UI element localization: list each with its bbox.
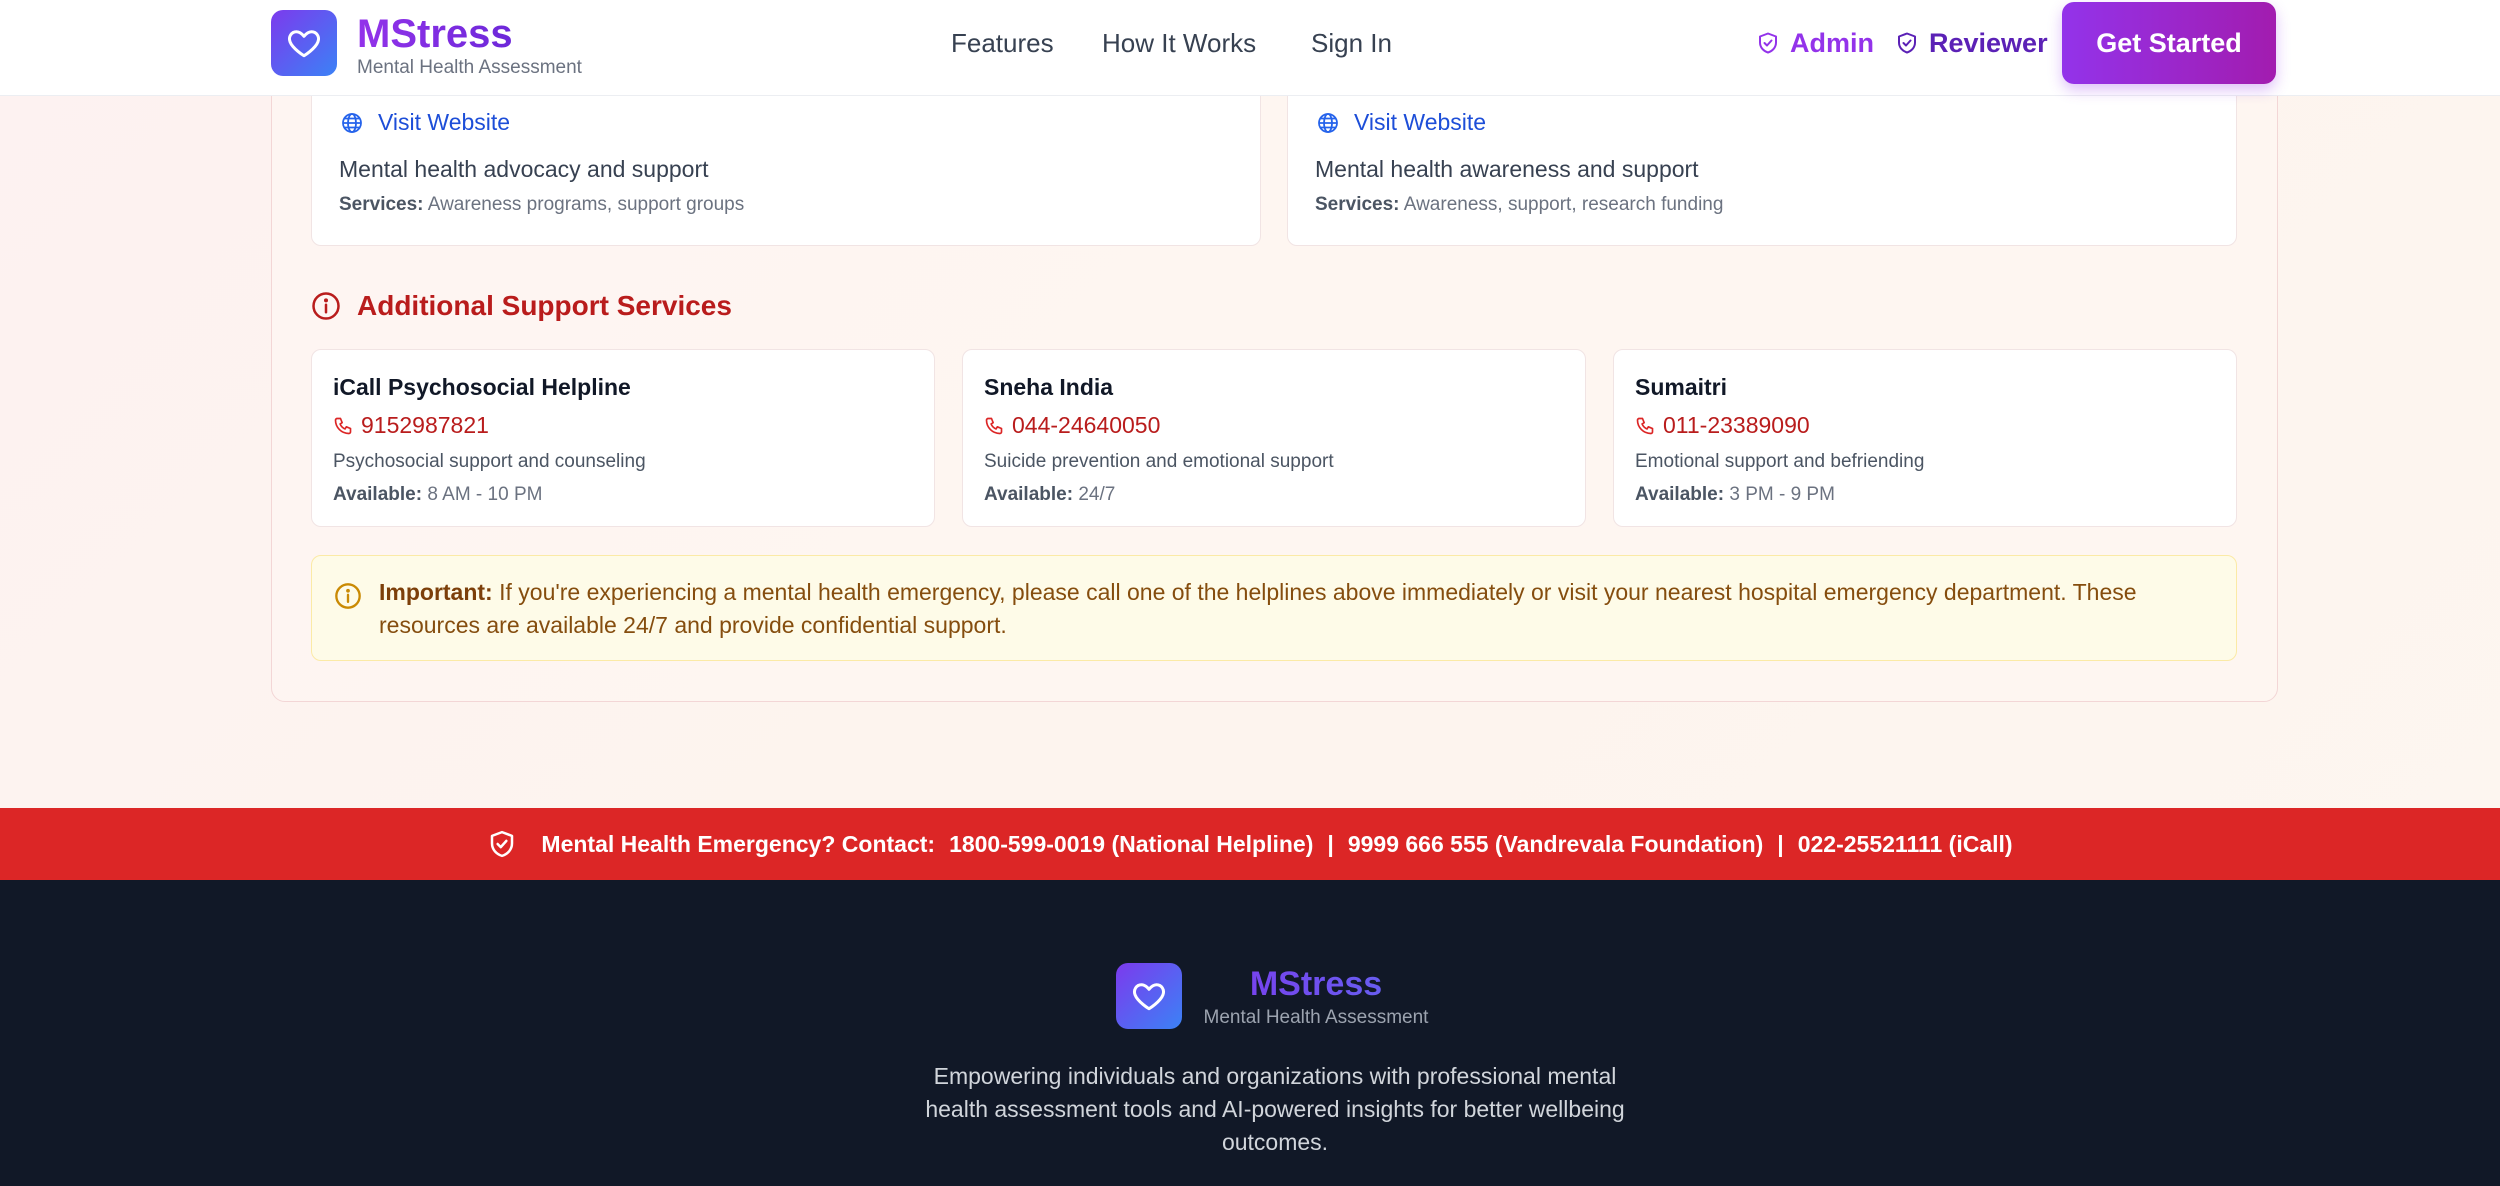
available-label: Available:	[984, 484, 1074, 505]
admin-label: Admin	[1790, 28, 1874, 58]
globe-icon	[1316, 111, 1340, 135]
emergency-label: Mental Health Emergency? Contact:	[541, 830, 936, 857]
service-card: iCall Psychosocial Helpline 9152987821 P…	[311, 349, 935, 527]
phone-icon	[984, 416, 1004, 436]
brand-name[interactable]: MStress	[357, 10, 513, 58]
organization-description: Mental health awareness and support	[1315, 156, 1699, 182]
service-name: iCall Psychosocial Helpline	[333, 374, 631, 400]
services-value: Awareness programs, support groups	[427, 194, 745, 215]
important-notice: Important: If you're experiencing a ment…	[311, 555, 2237, 661]
service-card: Sneha India 044-24640050 Suicide prevent…	[962, 349, 1586, 527]
reviewer-link[interactable]: Reviewer	[1895, 26, 2048, 60]
brand-subtitle: Mental Health Assessment	[357, 57, 582, 78]
important-notice-text: Important: If you're experiencing a ment…	[379, 576, 2199, 642]
admin-link[interactable]: Admin	[1756, 26, 1874, 60]
visit-website-link[interactable]: Visit Website	[1316, 109, 1486, 136]
service-availability: Available: 24/7	[984, 484, 1115, 506]
info-circle-icon	[311, 291, 341, 321]
service-phone-link[interactable]: 011-23389090	[1635, 412, 1810, 439]
service-name: Sumaitri	[1635, 374, 1728, 400]
important-label: Important:	[379, 579, 493, 605]
heart-icon	[286, 25, 322, 61]
reviewer-label: Reviewer	[1929, 28, 2048, 58]
service-availability: Available: 8 AM - 10 PM	[333, 484, 542, 506]
emergency-contact-icall[interactable]: 022-25521111 (iCall)	[1798, 831, 2013, 858]
top-navbar: MStress Mental Health Assessment Feature…	[0, 0, 2500, 96]
nav-features-link[interactable]: Features	[951, 26, 1054, 60]
separator: |	[1777, 830, 1784, 857]
available-label: Available:	[333, 484, 423, 505]
organization-description: Mental health advocacy and support	[339, 156, 709, 182]
footer: MStress Mental Health Assessment Empower…	[0, 880, 2500, 1186]
service-phone-number: 9152987821	[361, 412, 489, 438]
organization-services: Services: Awareness, support, research f…	[1315, 194, 1723, 216]
phone-icon	[333, 416, 353, 436]
nav-sign-in-link[interactable]: Sign In	[1311, 26, 1392, 60]
service-description: Suicide prevention and emotional support	[984, 451, 1334, 472]
service-phone-link[interactable]: 9152987821	[333, 412, 489, 439]
shield-check-icon	[487, 829, 517, 859]
service-card: Sumaitri 011-23389090 Emotional support …	[1613, 349, 2237, 527]
additional-services-title: Additional Support Services	[357, 290, 732, 321]
globe-icon	[340, 111, 364, 135]
organization-card: Visit Website Mental health awareness an…	[1287, 80, 2237, 246]
available-hours: 3 PM - 9 PM	[1729, 484, 1835, 505]
additional-services-heading: Additional Support Services	[311, 290, 732, 322]
separator: |	[1327, 830, 1334, 857]
visit-website-label: Visit Website	[1354, 109, 1487, 135]
service-phone-number: 044-24640050	[1012, 412, 1161, 438]
emergency-contact-bar: Mental Health Emergency? Contact: 1800-5…	[0, 808, 2500, 880]
shield-check-icon	[1895, 31, 1919, 55]
available-label: Available:	[1635, 484, 1725, 505]
service-description: Psychosocial support and counseling	[333, 451, 646, 472]
organization-card: Visit Website Mental health advocacy and…	[311, 80, 1261, 246]
visit-website-link[interactable]: Visit Website	[340, 109, 510, 136]
services-label: Services:	[1315, 194, 1400, 215]
service-description: Emotional support and befriending	[1635, 451, 1925, 472]
get-started-button[interactable]: Get Started	[2062, 2, 2276, 84]
emergency-contact-national[interactable]: 1800-599-0019 (National Helpline)	[949, 831, 1313, 858]
services-value: Awareness, support, research funding	[1403, 194, 1724, 215]
important-message: If you're experiencing a mental health e…	[379, 579, 2137, 638]
service-phone-link[interactable]: 044-24640050	[984, 412, 1160, 439]
emergency-contact-vandrevala[interactable]: 9999 666 555 (Vandrevala Foundation)	[1348, 831, 1763, 858]
available-hours: 8 AM - 10 PM	[427, 484, 543, 505]
nav-how-it-works-link[interactable]: How It Works	[1102, 26, 1256, 60]
organization-services: Services: Awareness programs, support gr…	[339, 194, 744, 216]
info-circle-icon	[334, 582, 362, 610]
visit-website-label: Visit Website	[378, 109, 511, 135]
service-availability: Available: 3 PM - 9 PM	[1635, 484, 1835, 506]
phone-icon	[1635, 416, 1655, 436]
footer-brand-subtitle: Mental Health Assessment	[1203, 1007, 1429, 1028]
brand-logo[interactable]	[271, 10, 337, 76]
heart-icon	[1131, 978, 1167, 1014]
service-name: Sneha India	[984, 374, 1114, 400]
shield-check-icon	[1756, 31, 1780, 55]
service-phone-number: 011-23389090	[1663, 412, 1810, 438]
footer-logo	[1116, 963, 1182, 1029]
services-label: Services:	[339, 194, 424, 215]
available-hours: 24/7	[1078, 484, 1116, 505]
footer-brand-name: MStress	[1200, 964, 1432, 1004]
footer-tagline: Empowering individuals and organizations…	[925, 1063, 1625, 1155]
